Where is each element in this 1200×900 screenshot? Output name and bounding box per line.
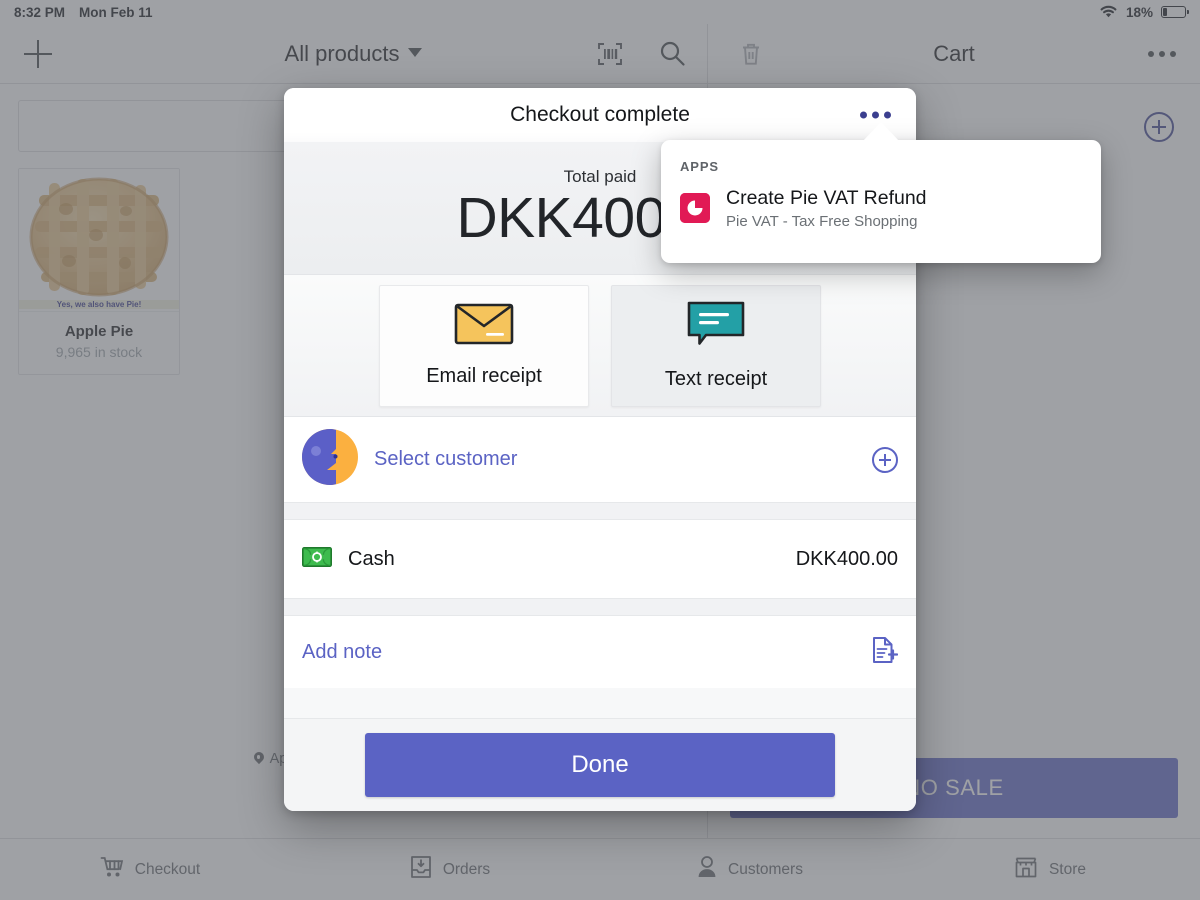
apps-popover: APPS Create Pie VAT Refund Pie VAT - Tax… [661, 140, 1101, 263]
done-button-label: Done [571, 751, 629, 778]
speech-bubble-icon [686, 300, 746, 353]
popover-item-title: Create Pie VAT Refund [726, 187, 927, 209]
add-customer-icon[interactable] [872, 446, 898, 473]
pie-vat-app-icon [680, 193, 710, 224]
cash-banknote-icon [302, 546, 332, 572]
text-receipt-button[interactable]: Text receipt [611, 284, 821, 407]
note-add-icon[interactable] [871, 636, 899, 669]
done-button[interactable]: Done [365, 733, 835, 797]
select-customer-label: Select customer [374, 448, 518, 470]
select-customer-row[interactable]: Select customer [284, 417, 916, 502]
envelope-icon [454, 303, 514, 350]
modal-more-icon[interactable] [858, 106, 893, 125]
section-divider-2 [284, 598, 916, 616]
modal-header: Checkout complete [284, 88, 916, 142]
payment-amount: DKK400.00 [795, 547, 898, 570]
add-note-label: Add note [302, 640, 383, 663]
email-receipt-label: Email receipt [426, 365, 542, 387]
customer-avatar-icon [302, 429, 358, 490]
add-note-row[interactable]: Add note [284, 616, 916, 688]
total-paid-label: Total paid [563, 167, 637, 187]
text-receipt-label: Text receipt [664, 368, 768, 390]
modal-title: Checkout complete [510, 103, 690, 126]
email-receipt-button[interactable]: Email receipt [379, 284, 589, 407]
payment-row: Cash DKK400.00 [284, 520, 916, 598]
popover-item-subtitle: Pie VAT - Tax Free Shopping [726, 213, 918, 231]
receipt-options: Email receipt Text receipt [284, 275, 916, 417]
popover-section-label: APPS [680, 159, 720, 174]
popover-item-pie-vat-refund[interactable]: Create Pie VAT Refund Pie VAT - Tax Free… [661, 174, 1101, 230]
modal-footer: Done [284, 718, 916, 811]
section-divider [284, 502, 916, 520]
payment-method-label: Cash [348, 547, 395, 570]
screen: 8:32 PM Mon Feb 11 18% All produc [0, 0, 1200, 900]
